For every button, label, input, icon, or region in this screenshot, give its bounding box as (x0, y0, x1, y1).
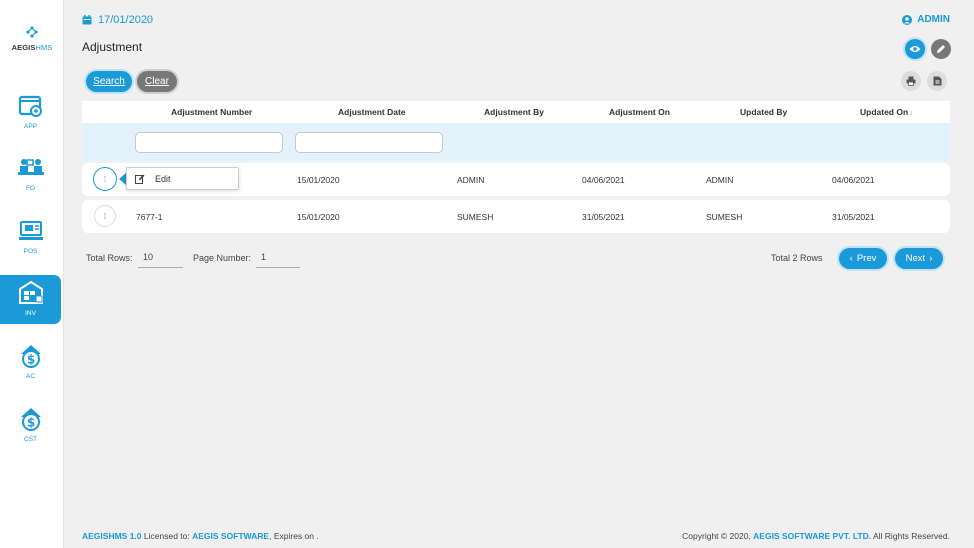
total-rows-input[interactable]: 10 (138, 248, 183, 268)
sidebar-item-label: POS (23, 248, 38, 255)
row-actions-popover: Edit (126, 167, 239, 190)
column-header-adjustment-number[interactable]: Adjustment Number (171, 107, 252, 117)
footer-license: AEGISHMS 1.0 Licensed to: AEGIS SOFTWARE… (82, 531, 319, 541)
pencil-icon (937, 45, 945, 53)
cell-adjustment-by: SUMESH (457, 212, 494, 222)
total-rows-summary: Total 2 Rows (771, 253, 823, 263)
logo: AEGISHMS (0, 24, 64, 52)
column-header-adjustment-on[interactable]: Adjustment On (609, 107, 670, 117)
logo-accent: HMS (35, 43, 53, 52)
logo-text: AEGISHMS (0, 43, 64, 52)
total-rows-label: Total Rows: (86, 253, 133, 263)
print-button[interactable] (901, 71, 921, 91)
logo-mark-icon (24, 24, 40, 40)
popover-arrow (119, 173, 126, 185)
cell-updated-by: SUMESH (706, 212, 743, 222)
clear-button[interactable]: Clear (137, 71, 177, 92)
chevron-left-icon: ‹ (849, 253, 853, 264)
cell-adjustment-on: 31/05/2021 (582, 212, 625, 222)
inventory-icon (18, 280, 43, 304)
edit-mode-button[interactable] (931, 39, 951, 59)
sidebar-item-cst[interactable]: $ CST (0, 401, 61, 451)
accounts-dollar-icon: $ (20, 345, 41, 368)
row-actions-button[interactable]: ⁞ (94, 205, 116, 227)
cell-adjustment-date: 15/01/2020 (297, 212, 340, 222)
adjustment-number-filter-input[interactable] (135, 132, 283, 153)
user-menu[interactable]: ADMIN (902, 14, 950, 25)
header-date: 17/01/2020 (82, 14, 153, 26)
product-version: AEGISHMS 1.0 (82, 531, 142, 541)
rights-text: All Rights Reserved. (872, 531, 950, 541)
sidebar-item-label: INV (25, 310, 36, 317)
expires-text: , Expires on . (269, 531, 319, 541)
user-icon (902, 14, 913, 25)
cell-adjustment-date: 15/01/2020 (297, 175, 340, 185)
svg-text:$: $ (26, 353, 34, 367)
column-header-updated-on[interactable]: Updated On (860, 107, 908, 117)
licensee-name: AEGIS SOFTWARE (192, 531, 270, 541)
cell-updated-on: 04/06/2021 (832, 175, 875, 185)
page-number-label: Page Number: (193, 253, 252, 263)
export-button[interactable] (927, 71, 947, 91)
cell-updated-by: ADMIN (706, 175, 734, 185)
filter-row (82, 123, 950, 161)
sidebar-item-inv[interactable]: INV (0, 275, 61, 324)
next-label: Next (905, 253, 926, 264)
cell-adjustment-on: 04/06/2021 (582, 175, 625, 185)
printer-icon (906, 76, 916, 86)
app-gear-icon (18, 95, 42, 117)
edit-icon (135, 174, 145, 184)
row-actions-button[interactable]: ⁞ (93, 167, 117, 191)
sidebar-item-label: APP (23, 123, 37, 130)
cell-updated-on: 31/05/2021 (832, 212, 875, 222)
sidebar-item-app[interactable]: APP (0, 88, 61, 138)
copyright-text: Copyright © 2020, (682, 531, 751, 541)
sort-arrow-icon[interactable]: ↓ (909, 107, 913, 117)
edit-menu-item[interactable]: Edit (155, 174, 171, 184)
footer-copyright: Copyright © 2020, AEGIS SOFTWARE PVT. LT… (682, 531, 950, 541)
adjustment-date-filter-input[interactable] (295, 132, 443, 153)
next-page-button[interactable]: Next › (895, 248, 943, 269)
current-date: 17/01/2020 (98, 14, 154, 26)
column-header-updated-by[interactable]: Updated By (740, 107, 787, 117)
sidebar-item-pos[interactable]: POS (0, 213, 61, 263)
chevron-right-icon: › (929, 253, 933, 264)
document-export-icon (933, 76, 941, 86)
cost-dollar-icon: $ (20, 408, 41, 431)
calendar-icon (82, 15, 92, 25)
table-header: Adjustment Number Adjustment Date Adjust… (82, 101, 950, 123)
page-title: Adjustment (82, 40, 143, 54)
view-button[interactable] (905, 39, 925, 59)
prev-page-button[interactable]: ‹ Prev (839, 248, 887, 269)
search-button[interactable]: Search (86, 71, 132, 92)
user-name: ADMIN (917, 14, 950, 25)
page-number-input[interactable]: 1 (256, 248, 300, 268)
sidebar-item-ac[interactable]: $ AC (0, 338, 61, 388)
licensed-label: Licensed to: (143, 531, 190, 541)
sidebar-item-label: CST (24, 436, 37, 443)
svg-text:$: $ (26, 416, 34, 430)
cell-adjustment-by: ADMIN (457, 175, 485, 185)
sidebar-item-fo[interactable]: FO (0, 150, 61, 200)
sidebar-item-label: FO (25, 185, 36, 192)
pos-terminal-icon (18, 221, 43, 240)
logo-main: AEGIS (11, 43, 36, 52)
company-name: AEGIS SOFTWARE PVT. LTD. (753, 531, 872, 541)
front-office-icon (17, 159, 44, 175)
sidebar-item-label: AC (25, 373, 36, 380)
column-header-adjustment-date[interactable]: Adjustment Date (338, 107, 406, 117)
sidebar: AEGISHMS APP FO POS INV $ AC $ CST (0, 0, 64, 548)
table-row[interactable]: ⁞ 7677-1 15/01/2020 SUMESH 31/05/2021 SU… (82, 200, 950, 233)
prev-label: Prev (856, 253, 877, 264)
cell-adjustment-number: 7677-1 (136, 212, 163, 222)
column-header-adjustment-by[interactable]: Adjustment By (484, 107, 544, 117)
eye-icon (909, 46, 921, 52)
